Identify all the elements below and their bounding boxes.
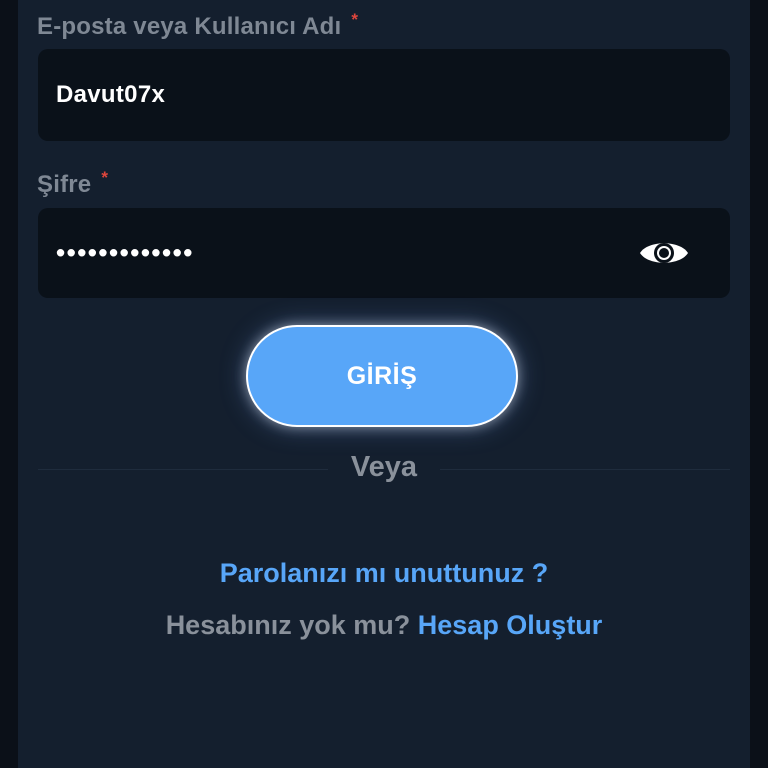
or-separator: Veya (350, 451, 418, 483)
create-account-link[interactable]: Hesap Oluştur (418, 610, 603, 640)
forgot-password-link[interactable]: Parolanızı mı unuttunuz ? (0, 558, 768, 589)
required-mark: * (101, 168, 109, 187)
username-label-text: E-posta veya Kullanıcı Adı (37, 13, 342, 40)
required-mark: * (351, 10, 359, 29)
username-field[interactable]: Davut07x (38, 49, 730, 141)
eye-icon[interactable] (638, 236, 690, 270)
signup-prompt: Hesabınız yok mu? (165, 610, 411, 640)
login-button[interactable]: GİRİŞ (246, 325, 518, 427)
password-label: Şifre * (37, 168, 108, 199)
password-field[interactable]: ••••••••••••• (38, 208, 730, 298)
signup-row: Hesabınız yok mu? Hesap Oluştur (0, 610, 768, 641)
password-label-text: Şifre (37, 171, 92, 198)
username-value: Davut07x (56, 81, 166, 108)
username-label: E-posta veya Kullanıcı Adı * (37, 10, 358, 41)
password-value: ••••••••••••• (56, 237, 194, 268)
